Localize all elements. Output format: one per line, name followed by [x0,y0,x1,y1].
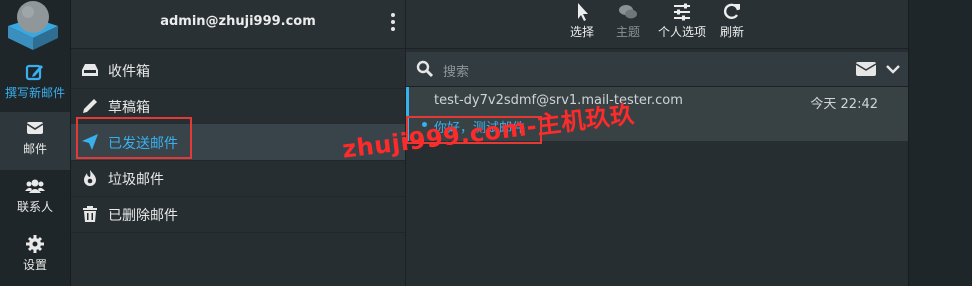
theme-button[interactable]: 主题 [616,2,640,40]
folder-trash[interactable]: 已删除邮件 [71,196,405,233]
compose-button[interactable]: 撰写新邮件 [0,56,70,114]
folder-name: 收件箱 [108,64,150,80]
cursor-icon [578,3,588,21]
compose-label: 撰写新邮件 [4,86,65,100]
theme-label: 主题 [616,25,641,39]
settings-label: 设置 [22,258,47,272]
refresh-icon [723,3,740,20]
search-placeholder: 搜索 [443,65,470,80]
folder-name: 垃圾邮件 [108,172,164,188]
search-bar[interactable]: 搜索 [406,52,908,87]
folder-inbox[interactable]: 收件箱 [71,52,405,89]
message-time: 今天 22:42 [810,97,878,112]
select-label: 选择 [570,25,595,39]
contacts-label: 联系人 [16,200,53,214]
pencil-icon [83,99,97,113]
nav-mail[interactable]: 邮件 [0,112,70,170]
fire-icon [84,170,96,186]
refresh-button[interactable]: 刷新 [720,2,744,40]
folder-name: 已删除邮件 [108,208,178,224]
folder-junk[interactable]: 垃圾邮件 [71,160,405,197]
toolbar: 选择 主题 个人选项 刷新 [406,0,908,49]
chevron-down-icon[interactable] [886,63,900,75]
mail-label: 邮件 [22,142,47,156]
compose-icon [25,64,43,81]
roundcube-logo[interactable] [6,0,60,50]
account-header: admin@zhuji999.com [71,0,405,49]
inbox-icon [82,64,98,76]
left-nav: 撰写新邮件 邮件 联系人 设置 [0,0,71,286]
personal-options-button[interactable]: 个人选项 [658,2,706,40]
trash-icon [83,206,97,222]
highlight-box-sent [76,117,192,159]
search-icon [416,60,434,78]
envelope-icon [26,122,44,134]
select-button[interactable]: 选择 [570,2,594,40]
folder-name: 草稿箱 [108,100,150,116]
kebab-menu-icon[interactable] [389,12,397,32]
sliders-icon [674,3,690,21]
chat-bubbles-icon [619,5,637,19]
gear-icon [26,235,44,253]
right-strip [908,0,972,286]
refresh-label: 刷新 [720,25,745,39]
contacts-icon [25,179,45,193]
account-email: admin@zhuji999.com [160,14,316,29]
options-label: 个人选项 [658,25,707,39]
envelope-icon[interactable] [856,62,876,76]
nav-settings[interactable]: 设置 [0,228,70,286]
nav-contacts[interactable]: 联系人 [0,170,70,228]
